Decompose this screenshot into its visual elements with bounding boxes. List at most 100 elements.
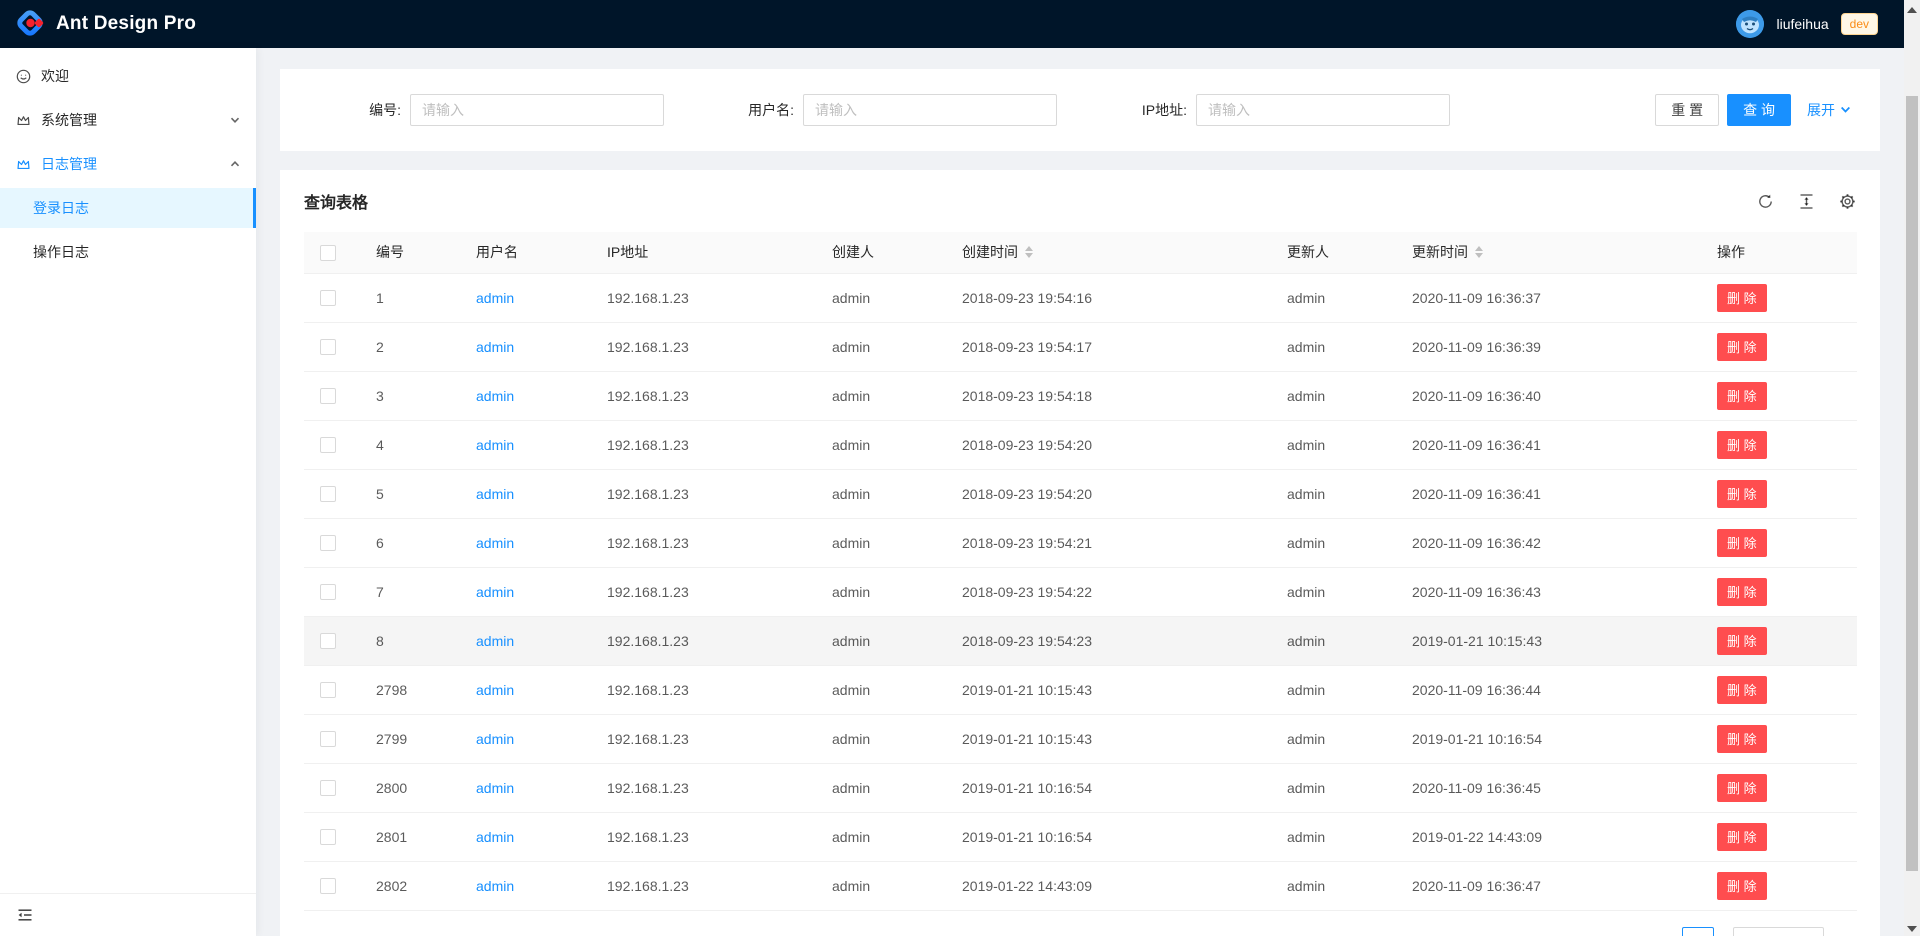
- vertical-scrollbar[interactable]: [1904, 0, 1920, 936]
- cell-created-time: 2018-09-23 19:54:17: [946, 322, 1271, 371]
- sort-carets-icon[interactable]: [1025, 246, 1033, 258]
- column-header-ip: IP地址: [591, 232, 816, 273]
- cell-creator: admin: [816, 469, 946, 518]
- username-link[interactable]: admin: [476, 731, 514, 747]
- delete-button[interactable]: 删 除: [1717, 872, 1767, 900]
- delete-button[interactable]: 删 除: [1717, 823, 1767, 851]
- username-link[interactable]: admin: [476, 437, 514, 453]
- scrollbar-up-arrow-icon[interactable]: [1907, 7, 1917, 13]
- sidebar-footer: [0, 893, 256, 936]
- delete-button[interactable]: 删 除: [1717, 284, 1767, 312]
- sidebar-item-login-log[interactable]: 登录日志: [0, 188, 256, 228]
- pagination-page-1[interactable]: 1: [1682, 927, 1714, 936]
- delete-button[interactable]: 删 除: [1717, 627, 1767, 655]
- top-header: Ant Design Pro liufeihua dev: [0, 0, 1904, 48]
- column-header-updated-time[interactable]: 更新时间: [1396, 232, 1701, 273]
- sidebar-item-welcome[interactable]: 欢迎: [0, 56, 256, 96]
- env-tag-badge[interactable]: dev: [1841, 13, 1878, 35]
- column-header-created-time[interactable]: 创建时间: [946, 232, 1271, 273]
- row-checkbox[interactable]: [320, 780, 336, 796]
- cell-ip: 192.168.1.23: [591, 420, 816, 469]
- row-checkbox[interactable]: [320, 486, 336, 502]
- delete-button[interactable]: 删 除: [1717, 529, 1767, 557]
- logo-home-link[interactable]: Ant Design Pro: [14, 7, 196, 42]
- menu-fold-icon[interactable]: [17, 907, 33, 923]
- cell-created-time: 2018-09-23 19:54:20: [946, 469, 1271, 518]
- page-size-select[interactable]: [1733, 927, 1824, 936]
- cell-updater: admin: [1271, 714, 1396, 763]
- sidebar-item-label: 登录日志: [33, 198, 89, 218]
- scrollbar-thumb[interactable]: [1906, 96, 1918, 871]
- row-checkbox[interactable]: [320, 535, 336, 551]
- table-row: 5 admin 192.168.1.23 admin 2018-09-23 19…: [304, 469, 1857, 518]
- username-link[interactable]: admin: [476, 829, 514, 845]
- row-checkbox[interactable]: [320, 339, 336, 355]
- user-name[interactable]: liufeihua: [1776, 16, 1828, 32]
- column-height-icon[interactable]: [1798, 193, 1815, 210]
- row-checkbox[interactable]: [320, 682, 336, 698]
- username-link[interactable]: admin: [476, 388, 514, 404]
- delete-button[interactable]: 删 除: [1717, 480, 1767, 508]
- reset-button[interactable]: 重 置: [1655, 94, 1719, 126]
- cell-created-time: 2019-01-21 10:16:54: [946, 763, 1271, 812]
- id-field-input[interactable]: [410, 94, 664, 126]
- row-checkbox[interactable]: [320, 437, 336, 453]
- cell-ip: 192.168.1.23: [591, 273, 816, 322]
- delete-button[interactable]: 删 除: [1717, 725, 1767, 753]
- cell-id: 7: [360, 567, 460, 616]
- cell-updater: admin: [1271, 567, 1396, 616]
- row-checkbox[interactable]: [320, 829, 336, 845]
- delete-button[interactable]: 删 除: [1717, 333, 1767, 361]
- cell-id: 1: [360, 273, 460, 322]
- sort-carets-icon[interactable]: [1475, 246, 1483, 258]
- cell-updated-time: 2019-01-21 10:16:54: [1396, 714, 1701, 763]
- sidebar-item-operation-log[interactable]: 操作日志: [0, 232, 256, 272]
- username-link[interactable]: admin: [476, 780, 514, 796]
- row-checkbox[interactable]: [320, 633, 336, 649]
- row-checkbox[interactable]: [320, 290, 336, 306]
- username-link[interactable]: admin: [476, 290, 514, 306]
- user-avatar[interactable]: [1736, 10, 1764, 38]
- username-link[interactable]: admin: [476, 633, 514, 649]
- username-link[interactable]: admin: [476, 339, 514, 355]
- delete-button[interactable]: 删 除: [1717, 578, 1767, 606]
- scrollbar-down-arrow-icon[interactable]: [1907, 926, 1917, 932]
- delete-button[interactable]: 删 除: [1717, 382, 1767, 410]
- cell-id: 5: [360, 469, 460, 518]
- username-link[interactable]: admin: [476, 878, 514, 894]
- row-checkbox[interactable]: [320, 731, 336, 747]
- setting-icon[interactable]: [1839, 193, 1856, 210]
- cell-updater: admin: [1271, 665, 1396, 714]
- select-all-checkbox[interactable]: [320, 245, 336, 261]
- username-link[interactable]: admin: [476, 584, 514, 600]
- expand-link[interactable]: 展开: [1807, 100, 1851, 120]
- sidebar-item-label: 系统管理: [41, 110, 97, 130]
- cell-creator: admin: [816, 812, 946, 861]
- username-field-input[interactable]: [803, 94, 1057, 126]
- query-button[interactable]: 查 询: [1727, 94, 1791, 126]
- reload-icon[interactable]: [1757, 193, 1774, 210]
- cell-creator: admin: [816, 714, 946, 763]
- delete-button[interactable]: 删 除: [1717, 431, 1767, 459]
- cell-updated-time: 2020-11-09 16:36:43: [1396, 567, 1701, 616]
- table-row: 2 admin 192.168.1.23 admin 2018-09-23 19…: [304, 322, 1857, 371]
- sidebar-item-log-management[interactable]: 日志管理: [0, 144, 256, 184]
- cell-created-time: 2019-01-21 10:15:43: [946, 714, 1271, 763]
- chevron-down-icon: [230, 115, 240, 125]
- username-link[interactable]: admin: [476, 486, 514, 502]
- username-link[interactable]: admin: [476, 682, 514, 698]
- ip-field-input[interactable]: [1196, 94, 1450, 126]
- cell-updated-time: 2019-01-22 14:43:09: [1396, 812, 1701, 861]
- row-checkbox[interactable]: [320, 388, 336, 404]
- delete-button[interactable]: 删 除: [1717, 676, 1767, 704]
- cell-created-time: 2018-09-23 19:54:20: [946, 420, 1271, 469]
- row-checkbox[interactable]: [320, 878, 336, 894]
- cell-created-time: 2018-09-23 19:54:21: [946, 518, 1271, 567]
- cell-ip: 192.168.1.23: [591, 714, 816, 763]
- ip-field-label: IP地址:: [1066, 100, 1196, 120]
- sidebar-item-system-management[interactable]: 系统管理: [0, 100, 256, 140]
- delete-button[interactable]: 删 除: [1717, 774, 1767, 802]
- table-card: 查询表格: [280, 170, 1880, 936]
- row-checkbox[interactable]: [320, 584, 336, 600]
- username-link[interactable]: admin: [476, 535, 514, 551]
